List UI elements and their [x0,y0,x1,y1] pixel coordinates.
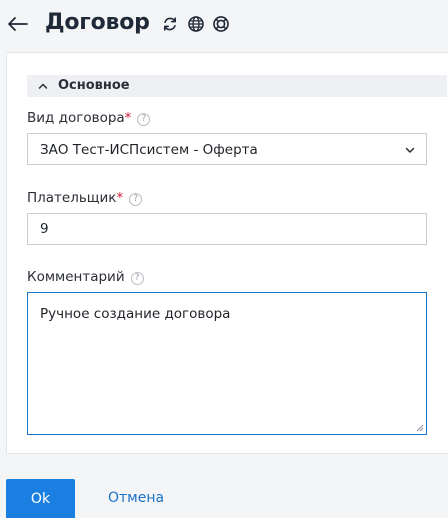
chevron-up-icon [38,83,48,89]
resize-grip-icon[interactable] [416,424,424,432]
page-header: Договор [0,0,448,50]
lifebuoy-icon[interactable] [212,15,230,33]
comment-value: Ручное создание договора [40,306,231,322]
contract-type-value: ЗАО Тест-ИСПсистем - Оферта [40,142,258,158]
help-icon[interactable]: ? [130,272,144,285]
contract-type-label: Вид договора*? [27,110,151,126]
contract-type-select[interactable]: ЗАО Тест-ИСПсистем - Оферта [27,133,427,165]
back-arrow-icon[interactable] [6,12,30,36]
help-icon[interactable]: ? [137,113,151,126]
contract-type-label-text: Вид договора [27,110,125,126]
section-header-main[interactable]: Основное [27,75,447,97]
refresh-icon[interactable] [161,15,179,33]
payer-label-text: Плательщик [27,190,117,206]
page-title: Договор [45,10,150,35]
required-mark: * [116,190,124,206]
chevron-down-icon [405,147,415,153]
globe-icon[interactable] [187,15,205,33]
form-card: Основное Вид договора*? ЗАО Тест-ИСПсист… [6,52,448,454]
cancel-button[interactable]: Отмена [108,490,164,506]
required-mark: * [124,110,132,126]
help-icon[interactable]: ? [129,193,143,206]
payer-label: Плательщик*? [27,190,143,206]
section-title: Основное [58,78,130,93]
payer-input[interactable] [27,213,427,245]
comment-textarea[interactable]: Ручное создание договора [27,292,427,435]
comment-label-text: Комментарий [27,269,125,285]
comment-label: Комментарий? [27,269,144,285]
ok-button[interactable]: Ok [6,479,75,518]
